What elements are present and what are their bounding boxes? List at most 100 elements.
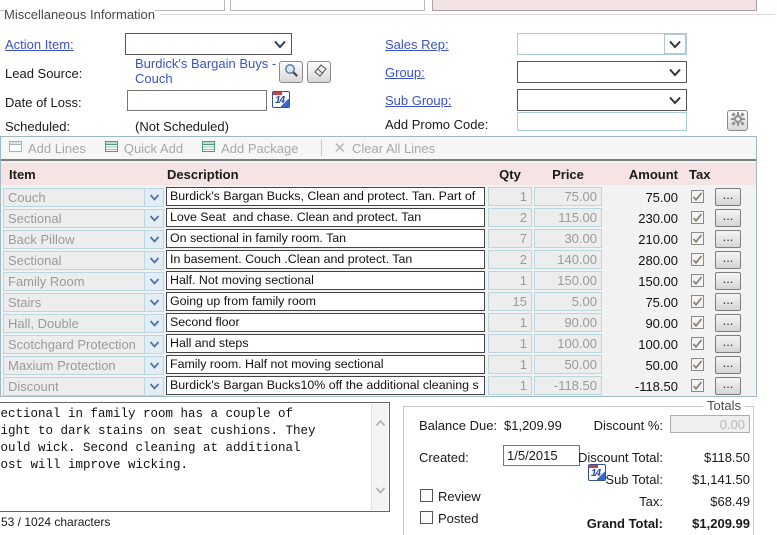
- calendar-icon[interactable]: 14: [272, 91, 290, 108]
- qty-input[interactable]: 2: [488, 208, 532, 227]
- row-options-button[interactable]: ...: [715, 188, 741, 206]
- line-items-panel: Add Lines Quick Add Add Package ✕ Clear …: [0, 136, 757, 397]
- tax-checkbox[interactable]: [691, 337, 704, 350]
- promo-code-input[interactable]: [517, 112, 687, 131]
- header-qty: Qty: [488, 167, 532, 182]
- top-cropped-field-2[interactable]: [230, 0, 425, 11]
- qty-input[interactable]: 7: [488, 229, 532, 248]
- review-label: Review: [438, 489, 481, 504]
- qty-input[interactable]: 1: [488, 355, 532, 374]
- tax-checkbox[interactable]: [691, 295, 704, 308]
- description-input[interactable]: Burdick's Bargan Bucks10% off the additi…: [166, 376, 485, 395]
- sales-rep-link[interactable]: Sales Rep:: [385, 37, 449, 52]
- lead-source-value[interactable]: Burdick's Bargain Buys - Couch: [135, 56, 287, 86]
- item-select[interactable]: Discount: [3, 377, 164, 396]
- row-options-button[interactable]: ...: [715, 356, 741, 374]
- description-input[interactable]: In basement. Couch .Clean and protect. T…: [166, 250, 485, 269]
- price-input[interactable]: 5.00: [534, 292, 602, 311]
- price-input[interactable]: 150.00: [534, 271, 602, 290]
- description-input[interactable]: On sectional in family room. Tan: [166, 229, 485, 248]
- line-item-row: Maxium Protection Family room. Half not …: [1, 355, 756, 376]
- description-input[interactable]: Second floor: [166, 313, 485, 332]
- row-options-button[interactable]: ...: [715, 272, 741, 290]
- item-select[interactable]: Couch: [3, 188, 164, 207]
- qty-input[interactable]: 1: [488, 187, 532, 206]
- description-input[interactable]: Family room. Half not moving sectional: [166, 355, 485, 374]
- sub-group-select[interactable]: [517, 89, 687, 111]
- item-select[interactable]: Scotchgard Protection: [3, 335, 164, 354]
- row-options-button[interactable]: ...: [715, 251, 741, 269]
- qty-input[interactable]: 1: [488, 376, 532, 395]
- item-select-value: Sectional: [4, 211, 144, 226]
- action-item-select[interactable]: [125, 33, 292, 55]
- price-input[interactable]: 115.00: [534, 208, 602, 227]
- tax-checkbox[interactable]: [691, 379, 704, 392]
- group-select[interactable]: [517, 61, 687, 83]
- price-input[interactable]: 50.00: [534, 355, 602, 374]
- qty-input[interactable]: 1: [488, 334, 532, 353]
- sales-rep-select[interactable]: [517, 33, 687, 55]
- scroll-down-icon[interactable]: [375, 487, 386, 494]
- description-input[interactable]: Love Seat and chase. Clean and protect. …: [166, 208, 485, 227]
- date-of-loss-input[interactable]: [127, 90, 267, 111]
- tax-checkbox[interactable]: [691, 232, 704, 245]
- tax-checkbox[interactable]: [691, 253, 704, 266]
- item-select[interactable]: Back Pillow: [3, 230, 164, 249]
- notes-textarea[interactable]: Sectional in family room has a couple of…: [0, 402, 390, 512]
- posted-checkbox[interactable]: [420, 511, 433, 524]
- description-input[interactable]: Half. Not moving sectional: [166, 271, 485, 290]
- row-options-button[interactable]: ...: [715, 230, 741, 248]
- lead-source-clear-button[interactable]: [307, 61, 331, 83]
- scheduled-value: (Not Scheduled): [135, 119, 229, 134]
- item-select[interactable]: Sectional: [3, 251, 164, 270]
- add-lines-button[interactable]: Add Lines: [9, 140, 98, 156]
- price-input[interactable]: 75.00: [534, 187, 602, 206]
- price-input[interactable]: 100.00: [534, 334, 602, 353]
- row-options-button[interactable]: ...: [715, 335, 741, 353]
- lead-source-search-button[interactable]: [279, 61, 303, 83]
- quick-add-button[interactable]: Quick Add: [105, 140, 195, 156]
- description-input[interactable]: Going up from family room: [166, 292, 485, 311]
- tax-checkbox[interactable]: [691, 211, 704, 224]
- description-input[interactable]: Burdick's Bargan Bucks, Clean and protec…: [166, 187, 485, 206]
- item-select[interactable]: Stairs: [3, 293, 164, 312]
- top-cropped-field-highlighted[interactable]: [432, 0, 757, 11]
- description-input[interactable]: Hall and steps: [166, 334, 485, 353]
- qty-input[interactable]: 2: [488, 250, 532, 269]
- item-select[interactable]: Family Room: [3, 272, 164, 291]
- item-select-value: Sectional: [4, 253, 144, 268]
- tax-checkbox[interactable]: [691, 316, 704, 329]
- item-select-value: Family Room: [4, 274, 144, 289]
- sub-group-link[interactable]: Sub Group:: [385, 93, 452, 108]
- grand-total-label: Grand Total:: [535, 516, 663, 531]
- clear-x-icon: ✕: [333, 142, 346, 155]
- qty-input[interactable]: 1: [488, 271, 532, 290]
- add-package-button[interactable]: Add Package: [202, 140, 310, 156]
- item-select[interactable]: Hall, Double: [3, 314, 164, 333]
- item-select[interactable]: Maxium Protection: [3, 356, 164, 375]
- review-checkbox[interactable]: [420, 489, 433, 502]
- line-item-row: Family Room Half. Not moving sectional 1…: [1, 271, 756, 292]
- price-input[interactable]: 140.00: [534, 250, 602, 269]
- group-link[interactable]: Group:: [385, 65, 425, 80]
- tax-checkbox[interactable]: [691, 274, 704, 287]
- price-input[interactable]: 90.00: [534, 313, 602, 332]
- promo-code-apply-button[interactable]: [727, 110, 748, 131]
- qty-input[interactable]: 15: [488, 292, 532, 311]
- character-counter: 53 / 1024 characters: [1, 515, 110, 529]
- qty-input[interactable]: 1: [488, 313, 532, 332]
- notes-scrollbar[interactable]: [371, 404, 388, 510]
- item-select[interactable]: Sectional: [3, 209, 164, 228]
- scheduled-label: Scheduled:: [5, 119, 70, 134]
- scroll-up-icon[interactable]: [375, 420, 386, 427]
- action-item-link[interactable]: Action Item:: [5, 37, 74, 52]
- price-input[interactable]: 30.00: [534, 229, 602, 248]
- clear-all-lines-button[interactable]: ✕ Clear All Lines: [333, 141, 447, 156]
- tax-checkbox[interactable]: [691, 190, 704, 203]
- tax-checkbox[interactable]: [691, 358, 704, 371]
- row-options-button[interactable]: ...: [715, 293, 741, 311]
- row-options-button[interactable]: ...: [715, 377, 741, 395]
- row-options-button[interactable]: ...: [715, 209, 741, 227]
- price-input[interactable]: -118.50: [534, 376, 602, 395]
- row-options-button[interactable]: ...: [715, 314, 741, 332]
